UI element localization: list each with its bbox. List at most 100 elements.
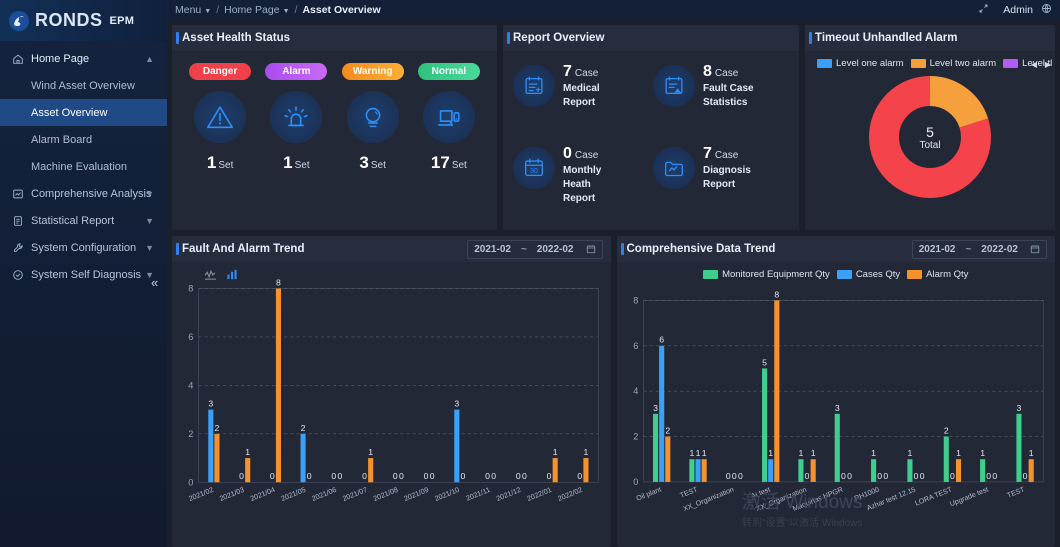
bulb-icon xyxy=(346,91,399,143)
svg-text:0: 0 xyxy=(804,471,809,481)
legend-swatch xyxy=(1003,59,1019,68)
dashboard-row-top: Asset Health Status Danger 1 Set Alarm 1… xyxy=(172,25,1055,230)
legend-label: Level two alarm xyxy=(929,58,997,69)
svg-text:1: 1 xyxy=(584,447,589,457)
legend-item-level-one-alarm[interactable]: Level one alarm xyxy=(817,58,904,69)
date-from: 2021-02 xyxy=(918,243,956,255)
legend-item-level-two-alarm[interactable]: Level two alarm xyxy=(910,58,997,69)
report-card-text: 0 Case Monthly Heath Report xyxy=(563,143,601,206)
legend-item-cases-qty[interactable]: Cases Qty xyxy=(836,269,901,280)
report-card-text: 8 Case Fault Case Statistics xyxy=(703,61,754,110)
panel-comprehensive-data-trend: Comprehensive Data Trend 2021-02 ~ 2022-… xyxy=(616,236,1055,547)
globe-icon[interactable] xyxy=(1041,3,1052,17)
sidebar-item-label: Comprehensive Analysis xyxy=(31,187,152,200)
svg-text:0: 0 xyxy=(1022,471,1027,481)
sidebar-item-label: System Self Diagnosis xyxy=(31,268,142,281)
sidebar-item-home-page[interactable]: Home Page ▲ xyxy=(0,45,167,72)
count-unit: Case xyxy=(714,68,739,79)
count-unit: Case xyxy=(714,149,739,161)
chevron-up-icon[interactable]: ▲ xyxy=(145,54,154,64)
svg-text:2021/08: 2021/08 xyxy=(372,486,399,503)
count-unit: Set xyxy=(294,160,310,171)
health-card-normal[interactable]: Normal 17 Set xyxy=(413,63,485,173)
svg-text:1: 1 xyxy=(701,448,706,458)
status-badge-alarm[interactable]: Alarm xyxy=(265,63,328,80)
svg-text:1: 1 xyxy=(695,448,700,458)
breadcrumb-home-page[interactable]: Home Page ▼ xyxy=(224,4,289,16)
calendar-icon[interactable] xyxy=(1030,244,1040,254)
carousel-next-icon[interactable]: ▶ xyxy=(1045,60,1051,69)
chevron-down-icon[interactable]: ▼ xyxy=(145,189,154,199)
donut-chart[interactable]: 5 Total xyxy=(864,71,996,203)
svg-text:0: 0 xyxy=(362,471,367,481)
donut-legend: Level one alarm Level two alarm Level tl… xyxy=(805,51,1055,69)
report-card-diagnosis-report[interactable]: 7 Case Diagnosis Report xyxy=(653,143,793,225)
legend-item-alarm-qty[interactable]: Alarm Qty xyxy=(907,269,968,280)
calendar-icon[interactable] xyxy=(586,244,596,254)
svg-text:1: 1 xyxy=(768,448,773,458)
svg-text:3: 3 xyxy=(1016,403,1021,413)
sidebar-item-alarm-board[interactable]: Alarm Board xyxy=(0,126,167,153)
fault-alarm-trend-chart[interactable]: 02468322021/02012021/03082021/04202021/0… xyxy=(172,262,610,517)
legend-label: Cases Qty xyxy=(855,269,901,280)
report-count: 0 Case xyxy=(563,145,601,163)
svg-text:4: 4 xyxy=(188,380,193,390)
svg-text:8: 8 xyxy=(774,289,779,299)
svg-text:0: 0 xyxy=(986,471,991,481)
collapse-sidebar-icon[interactable]: « xyxy=(151,275,158,290)
legend-swatch xyxy=(703,270,719,279)
status-badge-warning[interactable]: Warning xyxy=(341,63,404,80)
svg-text:2: 2 xyxy=(301,423,306,433)
sidebar-item-system-self-diagnosis[interactable]: System Self Diagnosis ▼ xyxy=(0,261,167,288)
diagnosis-report-icon xyxy=(653,146,695,189)
date-range-picker-comprehensive[interactable]: 2021-02 ~ 2022-02 xyxy=(911,239,1047,259)
status-badge-danger[interactable]: Danger xyxy=(189,63,252,80)
svg-text:6: 6 xyxy=(188,332,193,342)
svg-text:2021/09: 2021/09 xyxy=(403,486,430,503)
sidebar-subitem-label: Asset Overview xyxy=(31,106,108,119)
date-range-picker-fault[interactable]: 2021-02 ~ 2022-02 xyxy=(467,239,603,259)
svg-text:2: 2 xyxy=(943,425,948,435)
comprehensive-data-trend-chart[interactable]: 02468362Oil plant1 1 1TEST0 0 0XX_Organizati… xyxy=(617,280,1055,517)
svg-text:0: 0 xyxy=(522,471,527,481)
sidebar-item-comprehensive-analysis[interactable]: Comprehensive Analysis ▼ xyxy=(0,180,167,207)
breadcrumb-menu[interactable]: Menu ▼ xyxy=(175,4,211,16)
panel-head-right: 2021-02 ~ 2022-02 xyxy=(911,239,1047,259)
health-count-warning: 3 Set xyxy=(359,153,385,173)
count-value: 7 xyxy=(563,63,572,80)
sidebar-item-wind-asset-overview[interactable]: Wind Asset Overview xyxy=(0,72,167,99)
report-card-monthly-heath-report[interactable]: 30 0 Case Monthly Heath Report xyxy=(513,143,653,225)
svg-text:0: 0 xyxy=(840,471,845,481)
sidebar-item-asset-overview[interactable]: Asset Overview xyxy=(0,99,167,126)
svg-text:2021/12: 2021/12 xyxy=(495,486,522,503)
legend-swatch xyxy=(910,59,926,68)
report-card-fault-case-statistics[interactable]: 8 Case Fault Case Statistics xyxy=(653,61,793,143)
chevron-down-icon[interactable]: ▼ xyxy=(145,216,154,226)
health-card-warning[interactable]: Warning 3 Set xyxy=(337,63,409,173)
sidebar-item-machine-evaluation[interactable]: Machine Evaluation xyxy=(0,153,167,180)
report-card-text: 7 Case Diagnosis Report xyxy=(703,143,751,192)
date-to: 2022-02 xyxy=(981,243,1018,255)
date-range-tilde: ~ xyxy=(520,243,527,255)
health-card-alarm[interactable]: Alarm 1 Set xyxy=(260,63,332,173)
date-to: 2022-02 xyxy=(536,243,574,255)
legend-swatch xyxy=(907,270,923,279)
report-card-medical-report[interactable]: 7 Case Medical Report xyxy=(513,61,653,143)
panel-body: Level one alarm Level two alarm Level tl… xyxy=(805,51,1055,230)
health-card-danger[interactable]: Danger 1 Set xyxy=(184,63,256,173)
carousel-prev-icon[interactable]: ◀ xyxy=(1031,60,1037,69)
sidebar-item-statistical-report[interactable]: Statistical Report ▼ xyxy=(0,207,167,234)
chevron-down-icon[interactable]: ▼ xyxy=(145,243,154,253)
sidebar-item-system-configuration[interactable]: System Configuration ▼ xyxy=(0,234,167,261)
panel-title: Fault And Alarm Trend xyxy=(182,243,305,255)
svg-text:1: 1 xyxy=(368,447,373,457)
health-card-grid: Danger 1 Set Alarm 1 Set Warning 3 Set N… xyxy=(172,51,497,173)
legend-item-monitored-equipment-qty[interactable]: Monitored Equipment Qty xyxy=(703,269,830,280)
topbar: Menu ▼ / Home Page ▼ / Asset Overview Admi… xyxy=(167,0,1060,19)
report-card-label: Fault Case Statistics xyxy=(703,83,754,108)
svg-text:0: 0 xyxy=(992,471,997,481)
report-count: 7 Case xyxy=(563,63,600,81)
expand-fullscreen-icon[interactable] xyxy=(978,3,989,17)
user-menu-admin[interactable]: Admin xyxy=(1003,4,1033,16)
status-badge-normal[interactable]: Normal xyxy=(417,63,480,80)
